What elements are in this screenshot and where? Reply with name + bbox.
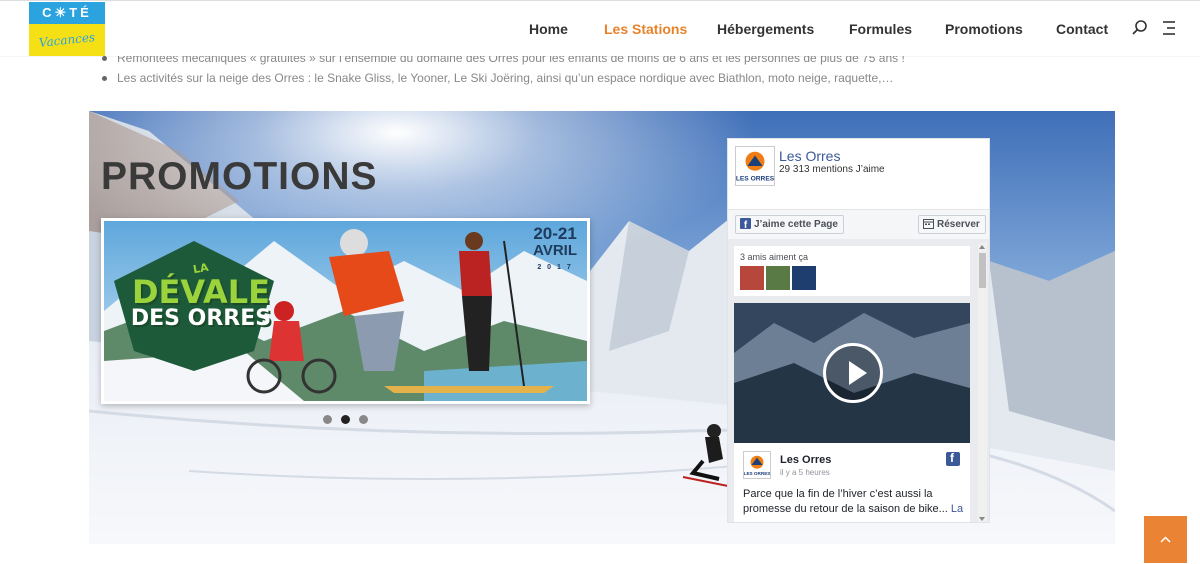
promo-slider[interactable]: 20-21 AVRIL 2 0 1 7 LA DÉVALE DES ORRES bbox=[101, 218, 590, 404]
scrollbar-thumb[interactable] bbox=[979, 253, 986, 288]
friend-avatar[interactable] bbox=[766, 266, 790, 290]
nav-promotions[interactable]: Promotions bbox=[945, 21, 1023, 37]
svg-text:LES ORRES: LES ORRES bbox=[736, 175, 774, 182]
nav-les-stations[interactable]: Les Stations bbox=[604, 21, 687, 37]
scroll-down-icon[interactable] bbox=[979, 517, 985, 521]
post-text: Parce que la fin de l’hiver c’est aussi … bbox=[743, 487, 965, 517]
post-more-link[interactable]: La bbox=[951, 503, 963, 515]
site-header: C☀TÉ Vacances Home Les Stations Hébergem… bbox=[0, 0, 1200, 56]
back-to-top-button[interactable] bbox=[1144, 516, 1187, 563]
like-page-button[interactable]: f J’aime cette Page bbox=[735, 215, 844, 234]
nav-contact[interactable]: Contact bbox=[1056, 21, 1108, 37]
friend-avatar[interactable] bbox=[792, 266, 816, 290]
reserve-button[interactable]: Réserver bbox=[918, 215, 986, 234]
play-icon[interactable] bbox=[823, 343, 883, 403]
slide-date-days: 20-21 bbox=[533, 224, 577, 243]
post-author-name[interactable]: Les Orres bbox=[780, 454, 831, 466]
list-item: Les activités sur la neige des Orres : l… bbox=[100, 68, 1000, 88]
slide-logo-line1: LA bbox=[192, 260, 210, 277]
post-author-avatar[interactable]: LES ORRES bbox=[743, 451, 771, 479]
page-title: PROMOTIONS bbox=[101, 155, 378, 198]
slide-date: 20-21 AVRIL 2 0 1 7 bbox=[533, 225, 577, 276]
menu-icon[interactable] bbox=[1161, 19, 1179, 37]
logo-bottom-text: Vacances bbox=[38, 30, 96, 50]
facebook-video-post[interactable] bbox=[734, 303, 970, 443]
feed-scrollbar[interactable] bbox=[978, 243, 987, 522]
facebook-feed[interactable]: 3 amis aiment ça LES ORRES Les Orres il … bbox=[728, 239, 989, 522]
facebook-actions: f J’aime cette Page Réserver bbox=[728, 209, 989, 239]
slider-dot-active[interactable] bbox=[341, 415, 350, 424]
chevron-up-icon bbox=[1160, 536, 1171, 543]
scroll-up-icon[interactable] bbox=[979, 245, 985, 249]
slide-date-month: AVRIL bbox=[533, 242, 577, 259]
facebook-icon bbox=[946, 451, 960, 466]
friend-avatar[interactable] bbox=[740, 266, 764, 290]
slider-dot[interactable] bbox=[359, 415, 368, 424]
slide-logo-line3: DES ORRES bbox=[130, 306, 272, 331]
nav-home[interactable]: Home bbox=[529, 21, 568, 37]
facebook-header: LES ORRES Les Orres 29 313 mentions J’ai… bbox=[728, 139, 989, 209]
promotions-hero: PROMOTIONS 20-21 AVRIL 2 0 1 7 LA DÉVALE… bbox=[89, 111, 1115, 544]
reserve-label: Réserver bbox=[937, 219, 980, 230]
nav-formules[interactable]: Formules bbox=[849, 21, 912, 37]
slide-event-logo: LA DÉVALE DES ORRES bbox=[126, 259, 276, 331]
nav-hebergements[interactable]: Hébergements bbox=[717, 21, 814, 37]
calendar-icon bbox=[923, 218, 934, 229]
facebook-likes-count: 29 313 mentions J’aime bbox=[779, 164, 885, 175]
post-timestamp[interactable]: il y a 5 heures bbox=[780, 468, 830, 477]
slider-dots bbox=[323, 411, 377, 424]
les-orres-avatar[interactable]: LES ORRES bbox=[735, 146, 775, 186]
cote-vacances-logo[interactable]: C☀TÉ Vacances bbox=[29, 2, 105, 56]
slide-logo-line2: DÉVALE bbox=[131, 273, 271, 311]
facebook-post: LES ORRES Les Orres il y a 5 heures Parc… bbox=[734, 443, 970, 522]
svg-text:LES ORRES: LES ORRES bbox=[744, 471, 770, 476]
facebook-page-widget: LES ORRES Les Orres 29 313 mentions J’ai… bbox=[727, 138, 990, 523]
friends-like-label: 3 amis aiment ça bbox=[740, 252, 809, 262]
slide-date-year: 2 0 1 7 bbox=[537, 264, 573, 271]
search-icon[interactable] bbox=[1131, 19, 1149, 37]
post-body: Parce que la fin de l’hiver c’est aussi … bbox=[743, 488, 948, 515]
friends-like-box: 3 amis aiment ça bbox=[734, 246, 970, 296]
slider-dot[interactable] bbox=[323, 415, 332, 424]
facebook-page-name[interactable]: Les Orres bbox=[779, 148, 840, 164]
like-page-label: J’aime cette Page bbox=[754, 219, 838, 230]
facebook-icon: f bbox=[740, 218, 751, 231]
logo-top-text: C☀TÉ bbox=[29, 2, 105, 24]
